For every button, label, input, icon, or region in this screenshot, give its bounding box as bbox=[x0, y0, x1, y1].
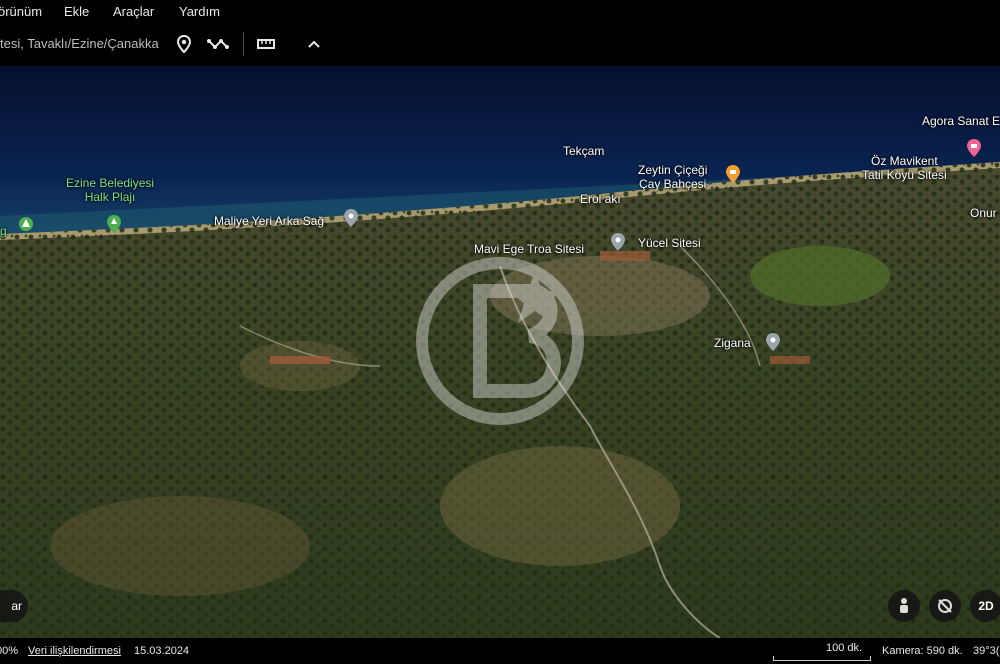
reset-tilt-icon[interactable] bbox=[929, 590, 961, 622]
place-label-onur[interactable]: Onur bbox=[970, 206, 997, 220]
location-pin-icon[interactable] bbox=[765, 332, 781, 357]
shopping-pin-icon[interactable] bbox=[966, 138, 982, 163]
watermark-logo bbox=[410, 246, 590, 441]
place-label-agora[interactable]: Agora Sanat E bbox=[922, 114, 1000, 128]
camera-altitude: Kamera: 590 dk. bbox=[882, 645, 963, 657]
view-mode-2d-button[interactable]: 2D bbox=[970, 590, 1000, 622]
place-label-erol-aki[interactable]: Erol akı bbox=[580, 192, 621, 206]
search-input[interactable]: tesi, Tavaklı/Ezine/Çanakka bbox=[0, 33, 160, 55]
place-label-maliye[interactable]: Maliye Yeri Arka Sağ bbox=[214, 214, 324, 228]
menu-bar: örünüm Ekle Araçlar Yardım bbox=[0, 0, 1000, 24]
place-label-tekcam[interactable]: Tekçam bbox=[563, 144, 604, 158]
zoom-percent: 00% bbox=[0, 645, 19, 657]
location-pin-icon[interactable] bbox=[610, 232, 626, 257]
location-pin-icon[interactable] bbox=[343, 208, 359, 233]
menu-view[interactable]: örünüm bbox=[0, 4, 42, 19]
data-attribution-link[interactable]: Veri ilişkilendirmesi bbox=[28, 645, 121, 657]
place-label-mavi-ege[interactable]: Mavi Ege Troa Sitesi bbox=[474, 242, 584, 256]
cafe-pin-icon[interactable] bbox=[725, 164, 741, 189]
menu-add[interactable]: Ekle bbox=[64, 4, 89, 19]
park-pin-icon[interactable] bbox=[106, 214, 122, 239]
imagery-date: 15.03.2024 bbox=[134, 645, 190, 657]
toolbar: tesi, Tavaklı/Ezine/Çanakka bbox=[0, 24, 1000, 66]
coordinates: 39°3( bbox=[973, 645, 1000, 657]
placemark-icon[interactable] bbox=[170, 30, 198, 58]
scale-bar bbox=[773, 656, 871, 661]
map-view[interactable]: Tekçam Agora Sanat E Zeytin Çiçeği Çay B… bbox=[0, 66, 1000, 638]
path-icon[interactable] bbox=[204, 30, 232, 58]
ruler-icon[interactable] bbox=[252, 30, 280, 58]
place-label-ezine-plaj[interactable]: Ezine Belediyesi Halk Plajı bbox=[66, 176, 154, 204]
campground-pin-icon[interactable] bbox=[18, 216, 34, 239]
place-label-zigana[interactable]: Zigana bbox=[714, 336, 751, 350]
menu-tools[interactable]: Araçlar bbox=[113, 4, 154, 19]
place-label-yucel[interactable]: Yücel Sitesi bbox=[638, 236, 701, 250]
chevron-up-icon[interactable] bbox=[300, 30, 328, 58]
toolbar-separator bbox=[243, 32, 244, 56]
status-bar: 00% Veri ilişkilendirmesi 15.03.2024 100… bbox=[0, 638, 1000, 664]
scale-label: 100 dk. bbox=[826, 642, 863, 654]
place-label-zeytin[interactable]: Zeytin Çiçeği Çay Bahçesi bbox=[638, 163, 707, 191]
place-label-left-edge[interactable]: g bbox=[0, 224, 7, 238]
menu-help[interactable]: Yardım bbox=[179, 4, 220, 19]
street-view-icon[interactable] bbox=[888, 590, 920, 622]
place-label-oz-mavikent[interactable]: Öz Mavikent Tatil Köyü Sitesi bbox=[862, 154, 947, 182]
